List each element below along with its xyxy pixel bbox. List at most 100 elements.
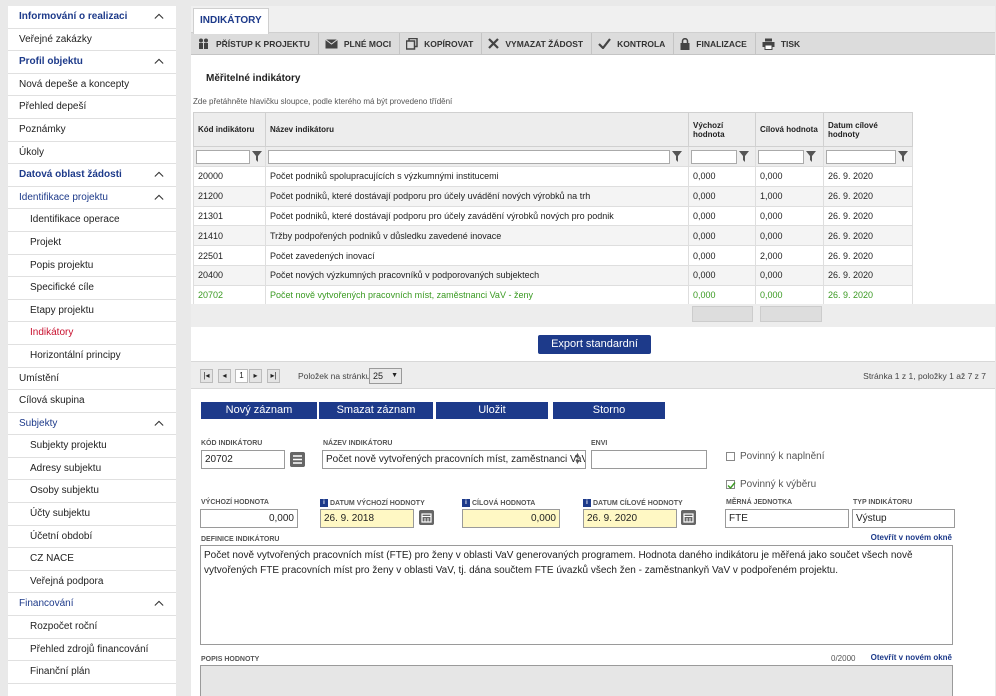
target-date-field[interactable]: 26. 9. 2020 [583,509,677,528]
sidebar-item[interactable]: Veřejné zakázky [8,29,176,52]
sidebar-item[interactable]: Identifikace operace [8,209,176,232]
sidebar-item[interactable]: Indikátory [8,322,176,345]
prev-page-button[interactable]: ◂ [218,369,231,383]
sidebar-item[interactable]: Cílová skupina [8,390,176,413]
type-field[interactable]: Výstup [852,509,955,528]
table-row[interactable]: 21200 Počet podniků, které dostávají podp… [193,185,913,207]
sidebar-item[interactable]: Subjekty projektu [8,435,176,458]
sidebar-item[interactable]: Datová oblast žádosti [8,164,176,187]
calendar-icon[interactable] [681,510,696,525]
start-date-field[interactable]: 26. 9. 2018 [320,509,414,528]
next-page-button[interactable]: ▸ [249,369,262,383]
footer-select-target[interactable] [760,306,822,322]
mandatory-fill-checkbox[interactable]: Povinný k naplnění [726,451,825,462]
chevron-up-icon[interactable] [154,418,164,428]
sidebar-item[interactable]: Identifikace projektu [8,187,176,210]
sidebar-item[interactable]: Účetní období [8,526,176,549]
filter-icon[interactable] [806,151,816,162]
sidebar-item[interactable]: Profil objektu [8,51,176,74]
sidebar-item[interactable]: Popis projektu [8,255,176,278]
sidebar-item[interactable]: Poznámky [8,119,176,142]
table-cell: 26. 9. 2020 [823,264,913,286]
col-header-target-date[interactable]: Datum cílové hodnoty [823,112,913,147]
col-header-name[interactable]: Název indikátoru [265,112,689,147]
sidebar-item[interactable]: Projekt [8,232,176,255]
filter-input-start-value[interactable] [691,149,737,164]
sidebar-item[interactable]: CZ NACE [8,548,176,571]
table-row[interactable]: 20000 Počet podniků spolupracujících s vý… [193,166,913,187]
chevron-up-icon[interactable] [154,56,164,66]
col-header-start-value[interactable]: Výchozí hodnota [688,112,756,147]
table-row[interactable]: 20400 Počet nových výzkumných pracovníků … [193,264,913,286]
per-page-select[interactable]: 25 ▼ [369,368,402,384]
envi-field[interactable] [591,450,707,469]
col-header-code[interactable]: Kód indikátoru [193,112,266,147]
first-page-button[interactable]: |◂ [200,369,213,383]
sidebar-item[interactable]: Přehled depeší [8,96,176,119]
name-field[interactable]: Počet nově vytvořených pracovních míst, … [322,450,586,469]
target-value-field[interactable]: 0,000 [462,509,560,528]
print-button[interactable]: TISK [756,33,808,55]
copy-button[interactable]: KOPÍROVAT [400,32,483,55]
sidebar-item[interactable]: Osoby subjektu [8,480,176,504]
tab-indikatory[interactable]: INDIKÁTORY [193,8,269,34]
delete-request-button[interactable]: VYMAZAT ŽÁDOST [482,32,593,55]
power-label: PLNÉ MOCI [343,38,392,49]
filter-input-code[interactable] [196,149,250,164]
filter-input-name[interactable] [268,149,670,164]
cancel-button[interactable]: Storno [553,402,665,419]
filter-icon[interactable] [252,151,262,162]
power-of-attorney-button[interactable]: PLNÉ MOCI [319,32,401,55]
table-row[interactable]: 22501 Počet zavedených inovací 0,000 2,000 2… [193,245,913,266]
definition-textarea[interactable]: Počet nově vytvořených pracovních míst (… [200,545,953,645]
save-button[interactable]: Uložit [436,402,548,419]
access-button[interactable]: PŘÍSTUP K PROJEKTU [191,32,319,55]
sidebar-item[interactable]: Umístění [8,368,176,391]
open-new-window-link[interactable]: Otevřít v novém okně [871,533,952,542]
page-number[interactable]: 1 [235,369,248,383]
sidebar-item[interactable]: Horizontální principy [8,345,176,368]
unit-field[interactable]: FTE [725,509,849,528]
filter-input-target-date[interactable] [826,149,896,164]
chevron-up-icon[interactable] [154,169,164,179]
chevron-up-icon[interactable] [154,192,164,202]
list-icon[interactable] [290,452,305,467]
chevron-up-icon[interactable] [154,11,164,21]
export-button[interactable]: Export standardní [538,335,651,354]
table-row[interactable]: 21301 Počet podniků, které dostávají podp… [193,205,913,227]
sidebar-item[interactable]: Úkoly [8,142,176,165]
sidebar-item[interactable]: Specifické cíle [8,277,176,300]
name-spinner[interactable]: ▲ ▼ [574,452,584,467]
filter-input-target-value[interactable] [758,149,804,164]
sidebar-item[interactable]: Účty subjektu [8,503,176,526]
col-header-target-value[interactable]: Cílová hodnota [755,112,824,147]
table-row[interactable]: 20702 Počet nově vytvořených pracovních m… [193,284,913,306]
sidebar-item[interactable]: Nová depeše a koncepty [8,74,176,97]
chevron-up-icon[interactable] [154,598,164,608]
sidebar-item[interactable]: Informování o realizaci [8,6,176,29]
sidebar-item[interactable]: Veřejná podpora [8,571,176,594]
sidebar-item[interactable]: Adresy subjektu [8,458,176,481]
table-row[interactable]: 21410 Tržby podpořených podniků v důsledk… [193,225,913,247]
sidebar-item[interactable]: Subjekty [8,413,176,436]
filter-icon[interactable] [739,151,749,162]
new-record-button[interactable]: Nový záznam [201,402,317,419]
filter-icon[interactable] [898,151,908,162]
sidebar-item[interactable]: Financování [8,593,176,617]
finalize-button[interactable]: FINALIZACE [674,32,756,55]
sidebar-item[interactable]: Finanční plán [8,661,176,684]
code-field[interactable]: 20702 [201,450,285,469]
sidebar-item[interactable]: Přehled zdrojů financování [8,639,176,662]
last-page-button[interactable]: ▸| [267,369,280,383]
sidebar-item[interactable]: Etapy projektu [8,300,176,323]
value-desc-textarea[interactable] [200,665,953,696]
mandatory-select-checkbox[interactable]: Povinný k výběru [726,479,816,490]
footer-select-start[interactable] [692,306,753,322]
calendar-icon[interactable] [419,510,434,525]
start-value-field[interactable]: 0,000 [200,509,298,528]
delete-record-button[interactable]: Smazat záznam [319,402,433,419]
sidebar-item[interactable]: Rozpočet roční [8,616,176,639]
filter-icon[interactable] [672,151,682,162]
open-new-window-link-2[interactable]: Otevřít v novém okně [871,653,952,662]
check-button[interactable]: KONTROLA [592,32,675,55]
